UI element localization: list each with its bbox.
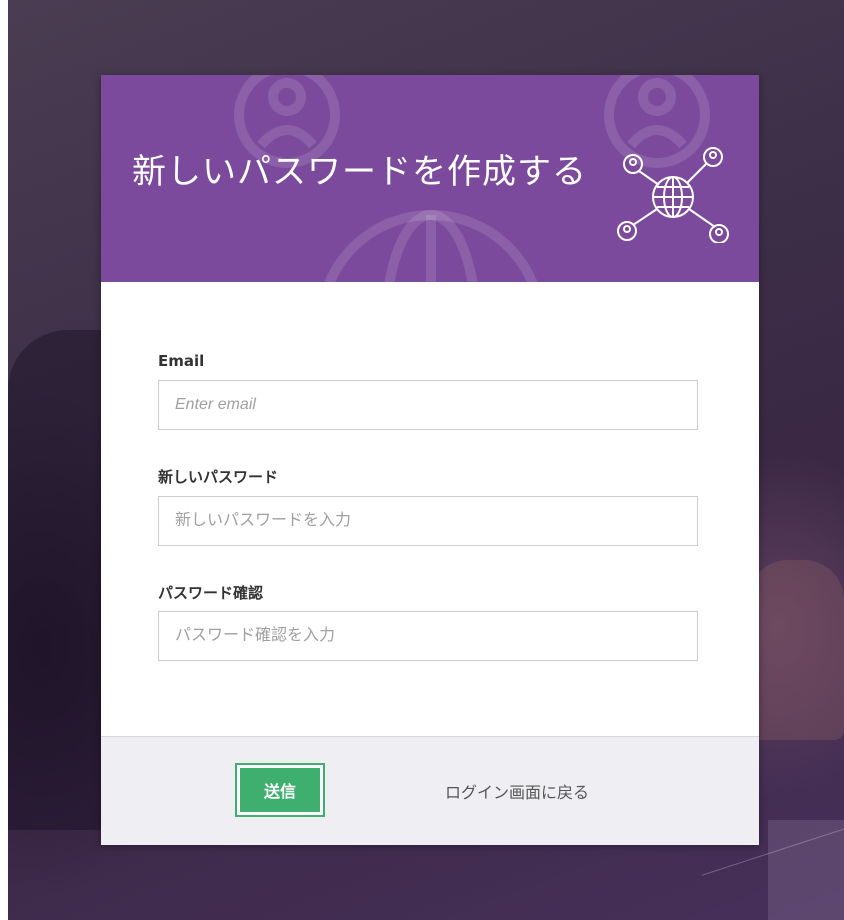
background-object [768,820,844,920]
submit-button[interactable]: 送信 [235,763,325,817]
back-to-login-link[interactable]: ログイン画面に戻る [445,779,589,803]
globe-network-icon [617,147,729,243]
card-footer: 送信 ログイン画面に戻る [101,736,759,845]
card-header: 新しいパスワードを作成する [101,75,759,282]
confirm-password-field[interactable] [158,611,698,661]
page-title: 新しいパスワードを作成する [132,152,587,192]
background-figure-right [748,560,844,740]
confirm-password-label: パスワード確認 [158,584,264,602]
email-label: Email [158,352,205,370]
new-password-label: 新しいパスワード [158,468,279,486]
email-field[interactable] [158,380,698,430]
new-password-field[interactable] [158,496,698,546]
reset-password-card: 新しいパスワードを作成する Email Enter email 新しいパスワード… [101,75,759,845]
